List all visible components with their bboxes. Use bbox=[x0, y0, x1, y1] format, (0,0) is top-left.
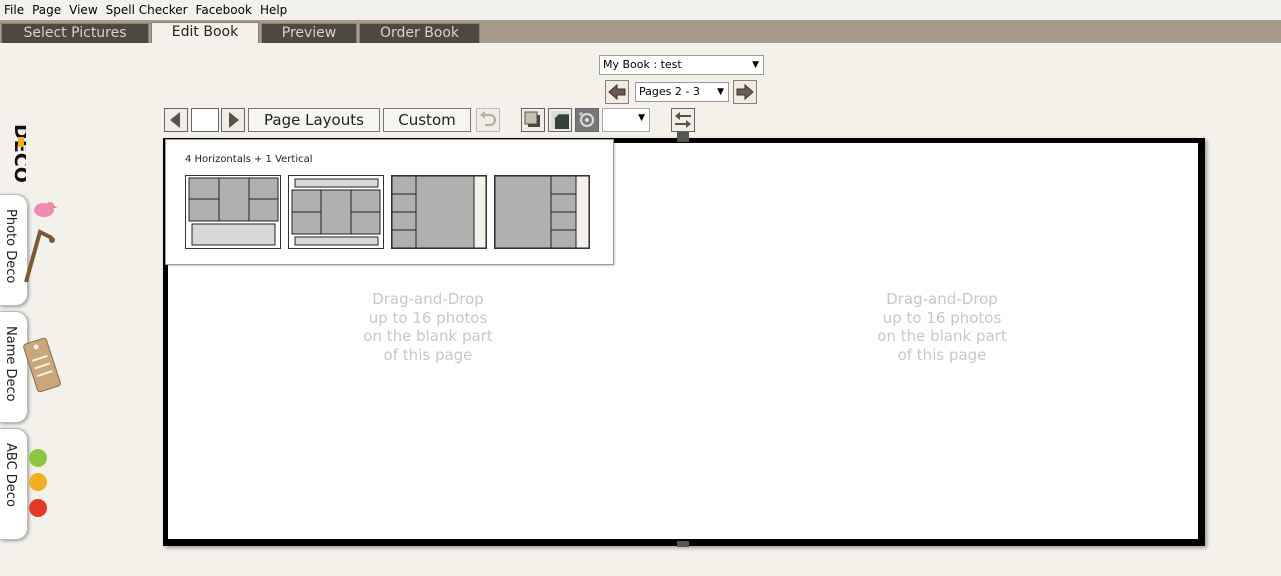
menu-bar: File Page View Spell Checker Facebook He… bbox=[0, 0, 1281, 20]
swap-pages-button[interactable] bbox=[671, 108, 695, 132]
tab-select-pictures[interactable]: Select Pictures bbox=[1, 23, 149, 43]
frame-color-select[interactable]: ▼ bbox=[602, 108, 650, 132]
side-tab-label: Name Deco bbox=[3, 326, 18, 402]
deco-logo: DECO bbox=[4, 120, 32, 188]
previous-pages-button[interactable] bbox=[605, 80, 629, 104]
next-pages-button[interactable] bbox=[733, 80, 757, 104]
menu-view[interactable]: View bbox=[69, 3, 97, 17]
custom-button[interactable]: Custom bbox=[383, 108, 471, 132]
layout-thumbnail bbox=[188, 177, 279, 246]
chevron-down-icon: ▼ bbox=[752, 60, 759, 70]
menu-page[interactable]: Page bbox=[32, 3, 61, 17]
main-tab-bar: Select Pictures Edit Book Preview Order … bbox=[0, 20, 1281, 43]
pages-selector-value: Pages 2 - 3 bbox=[639, 85, 700, 98]
book-selector[interactable]: My Book : test ▼ bbox=[599, 55, 764, 75]
pages-selector[interactable]: Pages 2 - 3 ▼ bbox=[635, 82, 729, 102]
spine-marker-bottom bbox=[677, 541, 689, 547]
arrow-left-icon bbox=[608, 83, 626, 101]
name-tag-icon bbox=[23, 337, 61, 393]
layout-option-4[interactable] bbox=[494, 175, 590, 249]
tab-preview[interactable]: Preview bbox=[261, 23, 357, 43]
abc-letters-icon bbox=[29, 449, 47, 517]
tab-order-book[interactable]: Order Book bbox=[359, 23, 480, 43]
menu-facebook[interactable]: Facebook bbox=[196, 3, 252, 17]
chevron-down-icon: ▼ bbox=[717, 87, 724, 97]
previous-layout-button[interactable] bbox=[164, 108, 188, 132]
menu-spell-checker[interactable]: Spell Checker bbox=[106, 3, 188, 17]
layout-thumbnail bbox=[495, 176, 589, 248]
layout-number-box[interactable] bbox=[191, 108, 219, 132]
left-page-hint: Drag-and-Drop up to 16 photos on the bla… bbox=[363, 290, 493, 364]
arrow-right-icon bbox=[736, 83, 754, 101]
layout-option-2[interactable] bbox=[288, 175, 384, 249]
book-selector-value: My Book : test bbox=[603, 58, 682, 71]
undo-button[interactable] bbox=[476, 108, 500, 132]
layout-popup-title: 4 Horizontals + 1 Vertical bbox=[185, 154, 313, 165]
corner-frame-icon bbox=[551, 111, 569, 129]
layout-thumbnail bbox=[291, 178, 381, 246]
menu-file[interactable]: File bbox=[4, 3, 24, 17]
shadow-frame-icon bbox=[524, 111, 540, 127]
side-tab-label: ABC Deco bbox=[3, 443, 18, 507]
spine-marker-top bbox=[677, 132, 689, 142]
layout-thumbnail bbox=[392, 176, 486, 248]
deco-logo-icon: DECO bbox=[10, 124, 32, 183]
deco-logo-text: DECO bbox=[10, 124, 26, 183]
layout-option-3[interactable] bbox=[391, 175, 487, 249]
shadow-frame-button[interactable] bbox=[521, 108, 545, 132]
layout-option-1[interactable] bbox=[185, 175, 281, 249]
side-tab-label: Photo Deco bbox=[3, 209, 18, 284]
gear-frame-button[interactable] bbox=[575, 108, 599, 132]
gear-icon bbox=[579, 112, 594, 127]
triangle-right-icon bbox=[229, 112, 239, 128]
chevron-down-icon: ▼ bbox=[638, 113, 645, 123]
triangle-left-icon bbox=[170, 112, 180, 128]
undo-icon bbox=[480, 111, 497, 127]
corner-frame-button[interactable] bbox=[548, 108, 572, 132]
right-page-hint: Drag-and-Drop up to 16 photos on the bla… bbox=[877, 290, 1007, 364]
swap-icon bbox=[675, 112, 691, 128]
tab-edit-book[interactable]: Edit Book bbox=[151, 22, 259, 43]
page-layouts-button[interactable]: Page Layouts bbox=[248, 108, 380, 132]
bird-on-branch-icon bbox=[24, 202, 58, 283]
next-layout-button[interactable] bbox=[221, 108, 245, 132]
menu-help[interactable]: Help bbox=[260, 3, 287, 17]
page-layouts-popup: 4 Horizontals + 1 Vertical bbox=[165, 139, 614, 265]
